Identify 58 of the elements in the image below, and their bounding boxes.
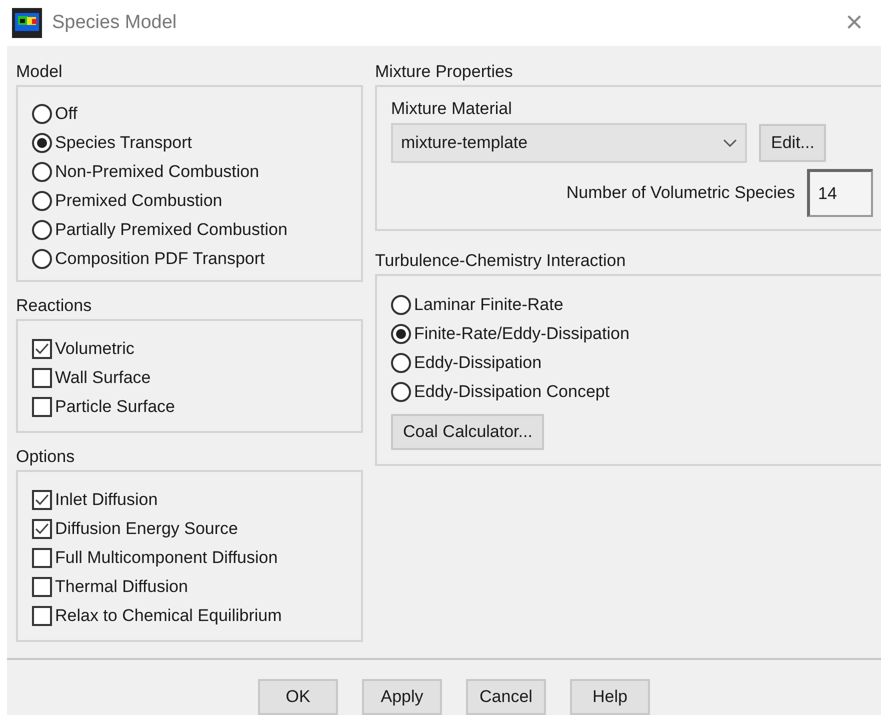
close-button[interactable]: ×: [845, 6, 863, 40]
radio-button[interactable]: [32, 190, 52, 210]
checkbox[interactable]: [32, 518, 52, 538]
field-label: Number of Volumetric Species: [566, 183, 795, 203]
radio-label: Laminar Finite-Rate: [414, 294, 564, 314]
radio-label: Premixed Combustion: [55, 190, 222, 210]
checkbox[interactable]: [32, 548, 52, 568]
radio-button[interactable]: [32, 248, 52, 268]
checkbox-label: Thermal Diffusion: [55, 576, 188, 596]
radio-button[interactable]: [32, 220, 52, 240]
checkbox[interactable]: [32, 490, 52, 510]
coal-calculator-button[interactable]: Coal Calculator...: [391, 414, 544, 450]
dialog-button[interactable]: Apply: [362, 679, 442, 715]
group-label: Model: [16, 62, 64, 82]
edit-button[interactable]: Edit...: [759, 124, 826, 162]
radio-label: Non-Premixed Combustion: [55, 162, 260, 182]
radio-button[interactable]: [32, 162, 52, 182]
checkbox[interactable]: [32, 606, 52, 626]
radio-label: Eddy-Dissipation Concept: [414, 382, 610, 402]
radio-label: Off: [55, 104, 78, 124]
checkbox-label: Wall Surface: [55, 368, 151, 388]
chevron-down-icon: [723, 139, 737, 147]
dialog-button[interactable]: Help: [570, 679, 650, 715]
radio-label: Species Transport: [55, 132, 192, 152]
checkbox-label: Volumetric: [55, 338, 134, 358]
checkbox-label: Particle Surface: [55, 396, 175, 416]
species-count-field[interactable]: 14: [807, 169, 873, 217]
radio-label: Partially Premixed Combustion: [55, 220, 288, 240]
checkbox-label: Diffusion Energy Source: [55, 518, 238, 538]
checkmark-icon: [35, 522, 49, 534]
radio-label: Finite-Rate/Eddy-Dissipation: [414, 324, 630, 344]
field-label: Mixture Material: [391, 99, 513, 119]
group-label: Mixture Properties: [375, 62, 514, 82]
checkmark-icon: [35, 342, 49, 354]
checkbox-label: Relax to Chemical Equilibrium: [55, 606, 282, 626]
checkbox-label: Inlet Diffusion: [55, 490, 158, 510]
checkbox[interactable]: [32, 396, 52, 416]
checkbox[interactable]: [32, 338, 52, 358]
radio-label: Composition PDF Transport: [55, 248, 265, 268]
dialog-button[interactable]: Cancel: [466, 679, 546, 715]
checkbox[interactable]: [32, 368, 52, 388]
group-label: Turbulence-Chemistry Interaction: [375, 251, 627, 271]
app-icon: [12, 8, 42, 38]
radio-label: Eddy-Dissipation: [414, 352, 542, 372]
radio-button[interactable]: [32, 132, 52, 152]
checkbox-label: Full Multicomponent Diffusion: [55, 548, 278, 568]
group-label: Reactions: [16, 296, 93, 316]
material-dropdown[interactable]: mixture-template: [391, 123, 747, 163]
checkbox[interactable]: [32, 576, 52, 596]
radio-button[interactable]: [391, 294, 411, 314]
radio-button[interactable]: [391, 382, 411, 402]
window-title: Species Model: [52, 12, 178, 34]
group-label: Options: [16, 447, 76, 467]
radio-button[interactable]: [391, 352, 411, 372]
radio-button[interactable]: [391, 324, 411, 344]
radio-button[interactable]: [32, 104, 52, 124]
checkmark-icon: [35, 494, 49, 506]
dialog-button[interactable]: OK: [258, 679, 338, 715]
